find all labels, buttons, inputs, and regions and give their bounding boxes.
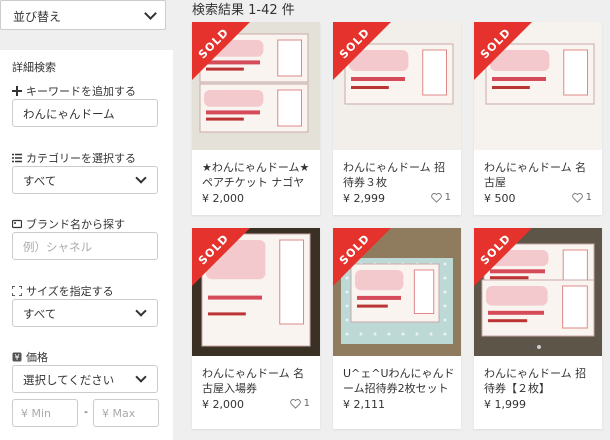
chevron-down-icon — [144, 7, 157, 20]
like-count-value: 1 — [585, 192, 592, 203]
product-image[interactable]: SOLD — [192, 22, 320, 150]
list-icon — [12, 153, 22, 163]
like-count[interactable]: 1 — [289, 398, 310, 409]
svg-text:¥: ¥ — [14, 353, 19, 362]
product-card[interactable]: SOLD わんにゃんドーム 招待券３枚 ¥ 2,999 1 — [333, 22, 461, 215]
heart-icon — [289, 398, 301, 409]
price-icon: ¥ — [12, 352, 22, 362]
expand-icon — [12, 286, 22, 296]
like-count[interactable]: 1 — [571, 192, 592, 203]
filter-panel: 詳細検索 キーワードを追加する わんにゃんドーム カテゴリーを選択する すべて … — [0, 50, 173, 440]
sort-select[interactable]: 並び替え — [0, 0, 166, 30]
chevron-down-icon — [135, 172, 147, 184]
product-price: ¥ 1,999 — [484, 398, 526, 411]
price-range-select[interactable]: 選択してください — [12, 365, 158, 393]
like-count-value: 1 — [303, 398, 310, 409]
product-image[interactable]: SOLD — [333, 228, 461, 356]
product-name[interactable]: わんにゃんドーム 招待券３枚 — [343, 160, 455, 190]
product-card[interactable]: SOLD U^ェ^Uわんにゃんドーム招待券2枚セット(=^x^ ¥ 2,111 — [333, 228, 461, 429]
product-price: ¥ 2,999 — [343, 192, 385, 205]
product-card[interactable]: SOLD ★わんにゃんドーム★ペアチケット ナゴヤドー… ¥ 2,000 — [192, 22, 320, 215]
product-image[interactable]: SOLD — [333, 22, 461, 150]
filter-heading: 詳細検索 — [12, 61, 56, 74]
product-image[interactable]: SOLD — [474, 228, 602, 356]
brand-input-placeholder: 例）シャネル — [23, 240, 92, 254]
heart-icon — [571, 192, 583, 203]
price-range-select-value: 選択してください — [23, 373, 115, 387]
product-price: ¥ 500 — [484, 192, 516, 205]
category-select-value: すべて — [23, 174, 57, 188]
price-label-text: 価格 — [26, 351, 48, 364]
keyword-label-text: キーワードを追加する — [26, 85, 136, 98]
chevron-down-icon — [135, 305, 147, 317]
product-image[interactable]: SOLD — [192, 228, 320, 356]
keyword-input[interactable]: わんにゃんドーム — [12, 99, 158, 127]
product-name[interactable]: わんにゃんドーム 名古屋 — [484, 160, 596, 190]
product-card[interactable]: SOLD わんにゃんドーム 名古屋 ¥ 500 1 — [474, 22, 602, 215]
product-card[interactable]: SOLD わんにゃんドーム 名古屋入場券 ¥ 2,000 1 — [192, 228, 320, 429]
like-count-value: 1 — [444, 192, 451, 203]
size-label-text: サイズを指定する — [26, 285, 114, 298]
product-price: ¥ 2,000 — [202, 192, 244, 205]
product-price: ¥ 2,111 — [343, 398, 385, 411]
heart-icon — [430, 192, 442, 203]
price-max-placeholder: ¥ Max — [102, 407, 136, 420]
category-label: カテゴリーを選択する — [12, 150, 136, 166]
category-select[interactable]: すべて — [12, 166, 158, 194]
keyword-label: キーワードを追加する — [12, 83, 136, 99]
results-title: 検索結果 1-42 件 — [192, 3, 295, 18]
brand-input[interactable]: 例）シャネル — [12, 232, 158, 260]
chevron-down-icon — [135, 371, 147, 383]
price-label: ¥ 価格 — [12, 349, 48, 365]
like-count[interactable]: 1 — [430, 192, 451, 203]
product-name[interactable]: わんにゃんドーム 招待券【２枚】 — [484, 366, 596, 396]
product-name[interactable]: U^ェ^Uわんにゃんドーム招待券2枚セット(=^x^ — [343, 366, 455, 396]
price-separator: - — [84, 405, 88, 418]
category-label-text: カテゴリーを選択する — [26, 152, 136, 165]
size-label: サイズを指定する — [12, 283, 114, 299]
size-select[interactable]: すべて — [12, 299, 158, 327]
product-name[interactable]: わんにゃんドーム 名古屋入場券 — [202, 366, 314, 396]
size-select-value: すべて — [23, 307, 57, 321]
carousel-dots — [530, 345, 541, 349]
price-min-input[interactable]: ¥ Min — [12, 399, 78, 427]
product-name[interactable]: ★わんにゃんドーム★ペアチケット ナゴヤドー… — [202, 160, 314, 190]
product-price: ¥ 2,000 — [202, 398, 244, 411]
price-max-input[interactable]: ¥ Max — [93, 399, 159, 427]
plus-icon — [12, 86, 22, 96]
brand-label-text: ブランド名から探す — [26, 218, 125, 231]
product-image[interactable]: SOLD — [474, 22, 602, 150]
tag-icon — [12, 219, 22, 229]
sort-select-label: 並び替え — [13, 10, 62, 24]
price-min-placeholder: ¥ Min — [21, 407, 52, 420]
brand-label: ブランド名から探す — [12, 216, 125, 232]
keyword-input-value: わんにゃんドーム — [23, 107, 115, 121]
product-card[interactable]: SOLD わんにゃんドーム 招待券【２枚】 ¥ 1,999 — [474, 228, 602, 429]
